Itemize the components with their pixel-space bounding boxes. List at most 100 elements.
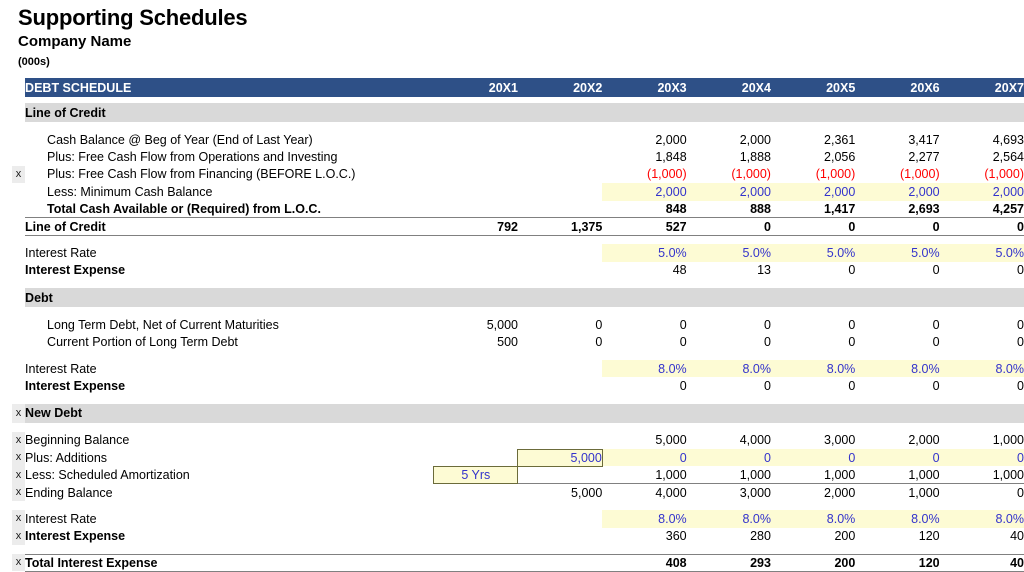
cell-20x7: 40 xyxy=(939,553,1024,572)
cell-20x3[interactable]: 2,000 xyxy=(602,183,687,201)
cell-20x4[interactable]: 8.0% xyxy=(686,359,771,378)
cell-20x6[interactable]: 5.0% xyxy=(855,244,940,262)
spacer-row xyxy=(12,307,1024,316)
row-flag-marker[interactable]: x xyxy=(12,431,26,450)
cell-20x6[interactable]: 2,000 xyxy=(855,183,940,201)
cell-20x7[interactable]: 5.0% xyxy=(939,244,1024,262)
cell-20x7[interactable]: 2,000 xyxy=(939,183,1024,201)
cell-20x4: 0 xyxy=(764,378,771,393)
cell-20x7[interactable]: 0 xyxy=(939,449,1024,467)
table-title: DEBT SCHEDULE xyxy=(25,78,434,97)
cell-20x6[interactable]: 0 xyxy=(855,449,940,467)
cell-20x2: 0 xyxy=(595,335,603,350)
row-label: Interest Expense xyxy=(25,378,126,393)
cell-20x2 xyxy=(518,201,602,218)
cell-20x6: (1,000) xyxy=(900,167,940,182)
cell-20x1 xyxy=(434,262,518,279)
section-fill xyxy=(433,403,518,423)
cell-20x2 xyxy=(518,183,602,200)
row-flag-marker[interactable]: x xyxy=(12,510,26,528)
marker-cell xyxy=(12,316,26,334)
row-flag-marker[interactable]: x xyxy=(12,403,26,423)
spacer-row xyxy=(12,423,1024,432)
section-fill xyxy=(855,403,940,423)
marker-cell xyxy=(12,377,26,395)
cell-20x4: 1,888 xyxy=(739,150,771,165)
cell-20x1 xyxy=(434,484,518,501)
spacer-row xyxy=(12,545,1024,554)
cell-20x4[interactable]: 2,000 xyxy=(686,183,771,201)
cell-20x5[interactable]: 8.0% xyxy=(770,510,856,528)
table-row: x Plus: Additions 5,000 0 0 0 0 0 xyxy=(12,448,1024,467)
cell-20x7: 1,000 xyxy=(992,433,1024,448)
cell-20x6: 0 xyxy=(855,217,940,236)
table-row: x Plus: Free Cash Flow from Financing (B… xyxy=(12,165,1024,184)
cell-20x5: 1,000 xyxy=(824,467,856,482)
row-flag-marker[interactable]: x xyxy=(12,466,26,484)
cell-20x4: 0 xyxy=(764,317,771,332)
row-label: Line of Credit xyxy=(25,217,434,236)
cell-20x1: 500 xyxy=(497,335,518,350)
cell-20x2 xyxy=(518,528,602,545)
cell-20x6[interactable]: 8.0% xyxy=(855,510,940,528)
cell-20x7[interactable]: 8.0% xyxy=(939,510,1024,528)
table-row: Interest Expense 0 0 0 0 0 xyxy=(12,377,1024,395)
marker-cell xyxy=(12,131,26,149)
cell-20x3: 408 xyxy=(602,553,687,572)
row-flag-marker[interactable]: x xyxy=(12,449,26,467)
row-flag-marker[interactable]: x xyxy=(12,527,26,546)
row-label: Interest Expense xyxy=(25,529,126,544)
cell-20x5[interactable]: 5.0% xyxy=(770,244,856,262)
cell-20x4[interactable]: 0 xyxy=(686,449,771,467)
cell-20x3[interactable]: 8.0% xyxy=(602,510,687,528)
table-row-grand-total: x Total Interest Expense 408 293 200 120… xyxy=(12,553,1024,572)
cell-20x5[interactable]: 2,000 xyxy=(770,183,856,201)
cell-20x7[interactable]: 8.0% xyxy=(939,359,1024,378)
cell-20x7: (1,000) xyxy=(984,167,1024,182)
cell-20x5: 0 xyxy=(848,317,856,332)
cell-20x2-input-box[interactable]: 5,000 xyxy=(517,448,603,467)
table-row: x Less: Scheduled Amortization 5 Yrs 1,0… xyxy=(12,465,1024,485)
row-flag-marker[interactable]: x xyxy=(12,483,26,502)
cell-20x2 xyxy=(518,244,602,261)
table-row: Long Term Debt, Net of Current Maturitie… xyxy=(12,316,1024,334)
cell-20x5: 2,056 xyxy=(824,150,856,165)
spacer-row xyxy=(12,235,1024,244)
marker-cell xyxy=(12,217,26,236)
table-row: Plus: Free Cash Flow from Operations and… xyxy=(12,148,1024,166)
table-row: Cash Balance @ Beg of Year (End of Last … xyxy=(12,131,1024,149)
cell-20x2 xyxy=(518,166,602,183)
cell-20x1-term-input-box[interactable]: 5 Yrs xyxy=(433,465,519,485)
cell-20x3[interactable]: 5.0% xyxy=(602,244,687,262)
cell-20x5: 1,417 xyxy=(824,202,856,216)
cell-20x5[interactable]: 8.0% xyxy=(770,359,856,378)
cell-20x4[interactable]: 8.0% xyxy=(686,510,771,528)
section-fill xyxy=(770,403,856,423)
marker-cell xyxy=(12,200,26,218)
row-label: Total Cash Available or (Required) from … xyxy=(47,202,321,216)
cell-20x2 xyxy=(518,262,602,279)
cell-20x3[interactable]: 0 xyxy=(602,449,687,467)
cell-20x3[interactable]: 8.0% xyxy=(602,359,687,378)
spacer-row xyxy=(12,501,1024,510)
row-flag-marker[interactable]: x xyxy=(12,554,26,572)
cell-20x4[interactable]: 5.0% xyxy=(686,244,771,262)
cell-20x7: 0 xyxy=(1017,263,1024,278)
page-header: Supporting Schedules Company Name (000s) xyxy=(0,0,1024,70)
section-fill xyxy=(517,403,603,423)
section-fill xyxy=(686,103,771,122)
cell-20x3: 0 xyxy=(679,378,687,393)
cell-20x3: 360 xyxy=(665,529,687,544)
cell-20x1 xyxy=(434,201,518,218)
row-label: Long Term Debt, Net of Current Maturitie… xyxy=(47,317,279,332)
cell-20x6[interactable]: 8.0% xyxy=(855,359,940,378)
cell-20x7: 2,564 xyxy=(992,150,1024,165)
cell-20x4: 1,000 xyxy=(739,467,771,482)
row-flag-marker[interactable]: x xyxy=(12,165,26,184)
cell-20x1 xyxy=(434,183,518,200)
cell-20x5[interactable]: 0 xyxy=(770,449,856,467)
column-header-20x4: 20X4 xyxy=(686,78,771,97)
cell-20x1 xyxy=(434,449,518,466)
row-label: Interest Rate xyxy=(25,511,97,526)
marker-cell xyxy=(12,333,26,351)
